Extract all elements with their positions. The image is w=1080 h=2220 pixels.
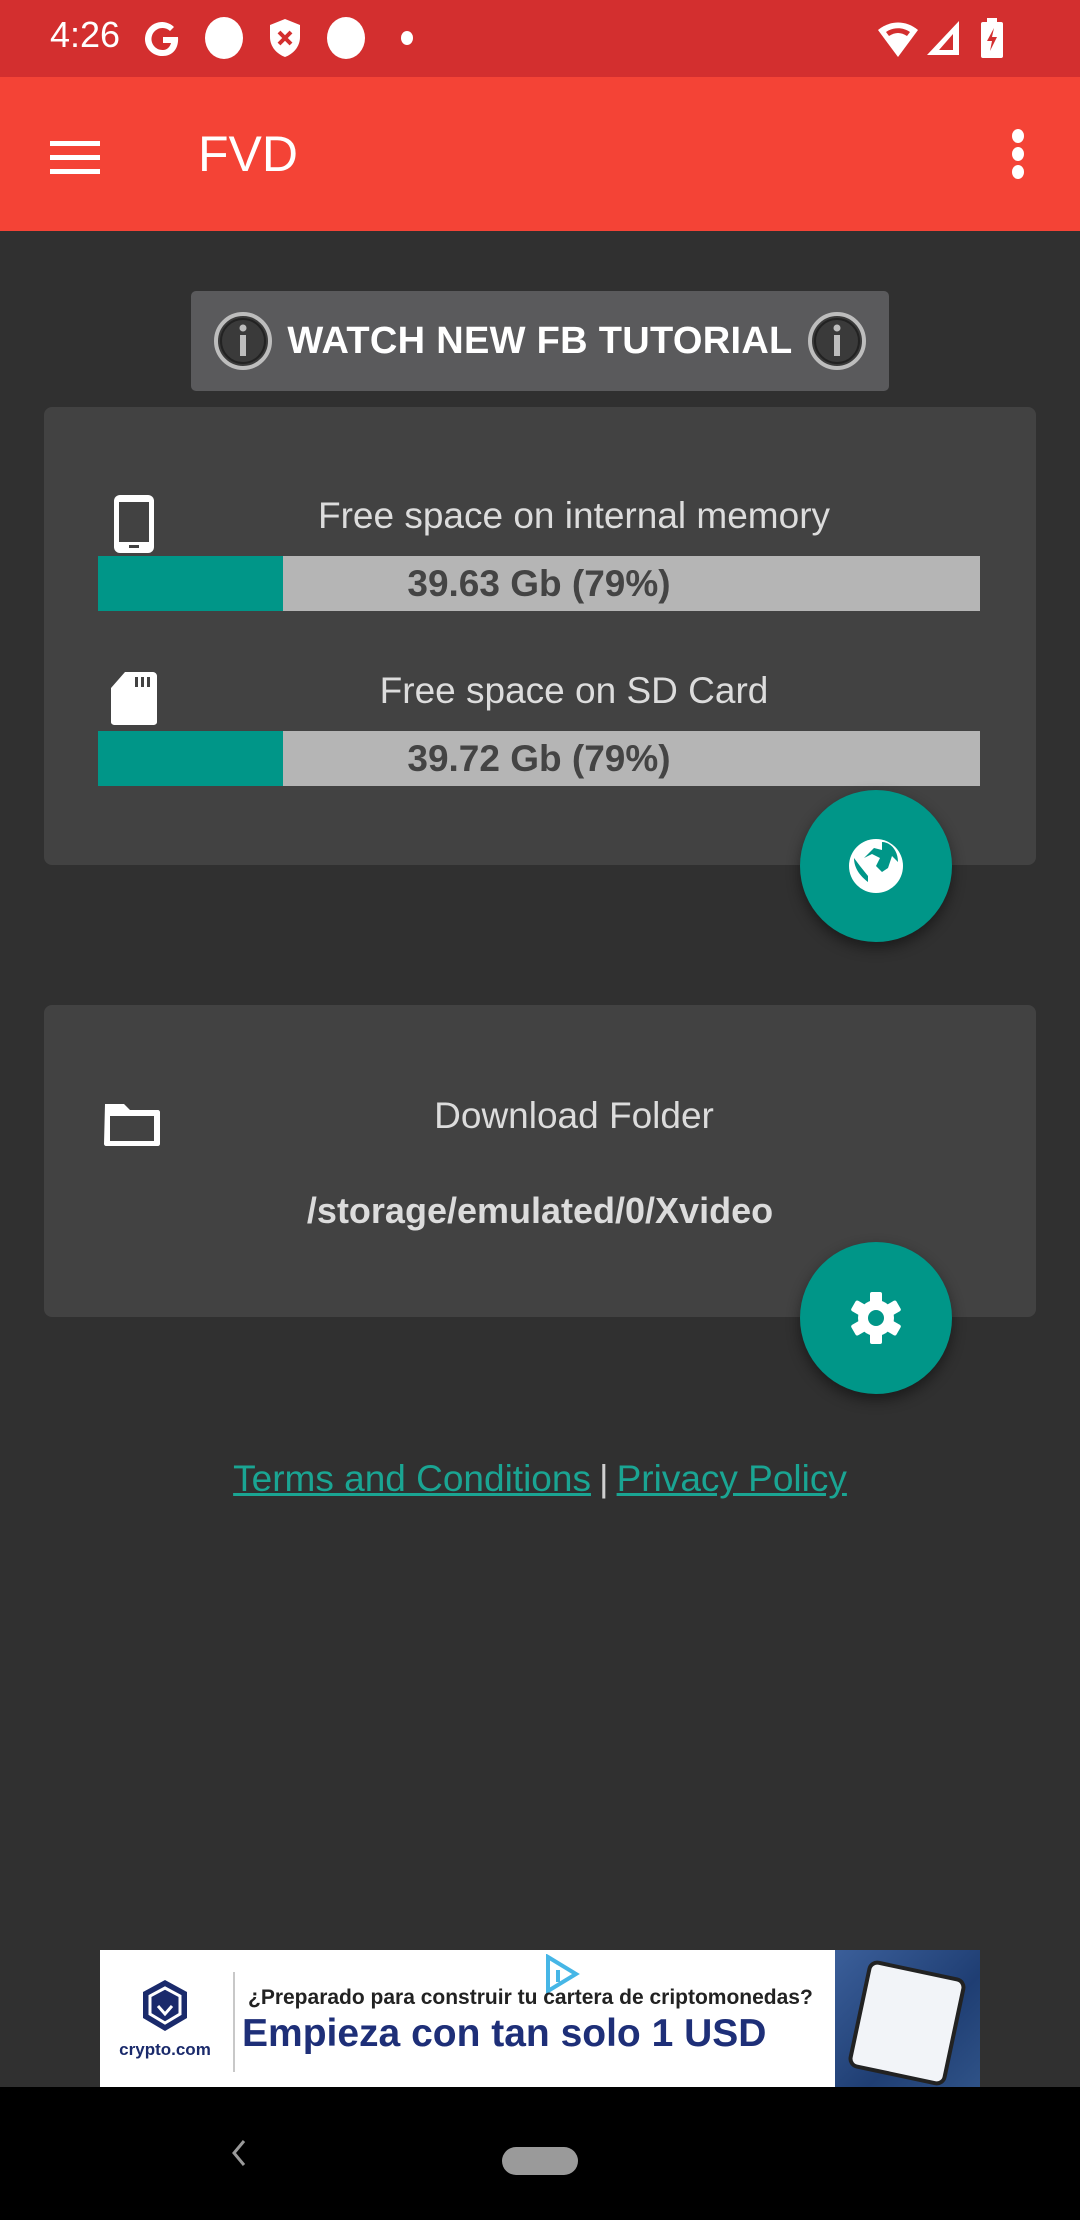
overflow-menu-button[interactable] <box>990 119 1046 189</box>
ad-divider <box>233 1972 235 2072</box>
ad-headline: Empieza con tan solo 1 USD <box>242 2012 767 2055</box>
notification-dot-icon <box>205 17 243 59</box>
gear-icon <box>851 1292 901 1344</box>
more-vert-icon <box>1012 129 1024 179</box>
system-nav-bar <box>0 2087 1080 2220</box>
wifi-icon <box>878 22 918 57</box>
hamburger-menu-icon <box>50 141 100 174</box>
info-icon <box>807 312 866 370</box>
browser-fab[interactable] <box>800 790 952 942</box>
internal-memory-bar: 39.63 Gb (79%) <box>98 556 980 611</box>
ad-subtitle: ¿Preparado para construir tu cartera de … <box>248 1986 813 2009</box>
link-separator: | <box>598 1458 609 1499</box>
cellular-signal-icon <box>927 21 959 55</box>
sd-card-label: Free space on SD Card <box>379 670 769 711</box>
ad-banner[interactable]: crypto.com ¿Preparado para construir tu … <box>100 1950 980 2087</box>
download-folder-label: Download Folder <box>434 1095 714 1136</box>
download-folder-path: /storage/emulated/0/Xvideo <box>306 1190 774 1231</box>
app-title: FVD <box>198 126 298 182</box>
app-bar: FVD <box>0 77 1080 231</box>
home-button[interactable] <box>502 2147 578 2175</box>
google-icon <box>144 22 179 57</box>
ad-brand-logo: crypto.com <box>100 1950 230 2087</box>
watch-tutorial-button[interactable]: WATCH NEW FB TUTORIAL <box>191 291 889 391</box>
terms-link[interactable]: Terms and Conditions <box>233 1458 591 1499</box>
privacy-link[interactable]: Privacy Policy <box>617 1458 847 1499</box>
internal-memory-label: Free space on internal memory <box>317 495 831 536</box>
globe-icon <box>849 839 903 893</box>
sd-card-value: 39.72 Gb (79%) <box>407 738 671 779</box>
menu-button[interactable] <box>40 123 112 185</box>
legal-links: Terms and Conditions | Privacy Policy <box>0 1458 1080 1500</box>
shield-x-icon <box>270 19 300 57</box>
ad-image <box>835 1950 980 2087</box>
sd-card-bar: 39.72 Gb (79%) <box>98 731 980 786</box>
folder-settings-fab[interactable] <box>800 1242 952 1394</box>
status-time: 4:26 <box>50 14 121 55</box>
back-icon[interactable] <box>220 2133 260 2173</box>
ad-brand-name: crypto.com <box>119 2039 211 2059</box>
crypto-logo-icon <box>143 1979 187 2031</box>
notification-dot-icon <box>327 17 365 59</box>
internal-memory-value: 39.63 Gb (79%) <box>407 563 671 604</box>
info-icon <box>214 312 273 370</box>
ad-phone-image <box>846 1958 968 2087</box>
small-dot-icon <box>401 31 413 45</box>
battery-charging-icon <box>981 18 1003 58</box>
status-bar: 4:26 <box>0 0 1080 77</box>
tutorial-label: WATCH NEW FB TUTORIAL <box>287 319 793 362</box>
